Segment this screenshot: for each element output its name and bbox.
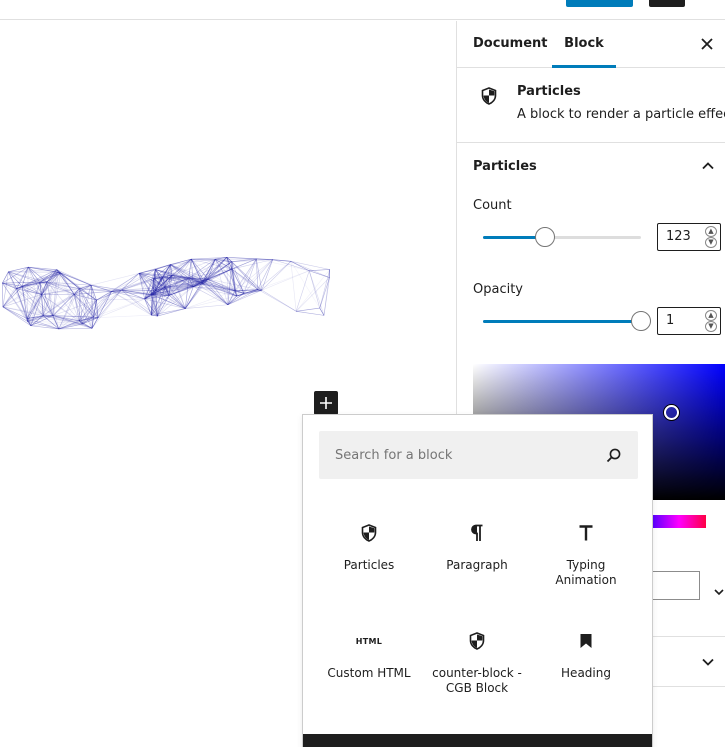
- search-icon[interactable]: [606, 447, 622, 463]
- block-item-label: counter-block - CGB Block: [432, 666, 522, 695]
- opacity-slider[interactable]: [483, 311, 651, 331]
- block-inserter-popover: Particles Paragraph Typing Animation HTM: [302, 414, 653, 747]
- opacity-input[interactable]: 1 ▲ ▼: [657, 307, 721, 335]
- particle-link: [185, 304, 228, 309]
- block-item-label: Paragraph: [446, 558, 508, 572]
- block-item-label: Heading: [561, 666, 611, 680]
- particle-link: [296, 307, 320, 312]
- block-item-counter-block[interactable]: counter-block - CGB Block: [423, 629, 531, 696]
- count-slider-thumb[interactable]: [534, 227, 555, 247]
- opacity-decrement[interactable]: ▼: [705, 321, 717, 332]
- add-block-button[interactable]: [314, 391, 338, 415]
- particle-link: [296, 310, 325, 316]
- block-item-label: Typing Animation: [555, 558, 617, 587]
- opacity-slider-thumb[interactable]: [631, 311, 651, 331]
- shield-icon: [481, 87, 497, 105]
- block-search[interactable]: [319, 431, 638, 479]
- particle-link: [295, 270, 310, 312]
- block-card-description: A block to render a particle effect: [517, 107, 725, 122]
- sidebar-tabs: Document Block: [457, 21, 725, 68]
- block-item-label: Custom HTML: [327, 666, 411, 680]
- plus-icon: [320, 397, 332, 409]
- panel-header[interactable]: Particles: [457, 143, 725, 190]
- block-card-title: Particles: [517, 84, 581, 99]
- block-item-paragraph[interactable]: Paragraph: [423, 521, 531, 573]
- block-search-input[interactable]: [319, 431, 599, 479]
- shield-icon: [361, 524, 377, 542]
- shield-icon: [469, 632, 485, 650]
- opacity-increment[interactable]: ▲: [705, 310, 717, 321]
- tab-block[interactable]: Block: [552, 21, 616, 68]
- count-increment[interactable]: ▲: [705, 226, 717, 237]
- particle-link: [290, 261, 330, 270]
- opacity-slider-fill: [483, 320, 641, 323]
- particles-preview: [2, 256, 331, 330]
- count-value: 123: [666, 229, 691, 244]
- count-label: Count: [473, 198, 512, 213]
- html-icon: HTML: [355, 636, 383, 646]
- particle-link: [257, 289, 297, 312]
- block-item-heading[interactable]: Heading: [532, 629, 640, 681]
- particle-link: [58, 328, 93, 330]
- close-icon[interactable]: [699, 36, 715, 52]
- particle-link: [2, 266, 29, 284]
- top-toolbar: [0, 0, 725, 20]
- opacity-label: Opacity: [473, 282, 524, 297]
- particle-links: [2, 256, 331, 330]
- publish-button[interactable]: [566, 0, 633, 7]
- hex-color-input[interactable]: [651, 571, 700, 600]
- chevron-down-icon[interactable]: [701, 655, 715, 669]
- editor-window: Document Block Particles A block to rend…: [0, 0, 725, 747]
- block-item-label: Particles: [343, 558, 395, 572]
- block-card: Particles A block to render a particle e…: [457, 68, 725, 143]
- count-decrement[interactable]: ▼: [705, 237, 717, 248]
- count-slider[interactable]: [483, 227, 641, 247]
- text-t-icon: [579, 525, 593, 541]
- opacity-value: 1: [666, 313, 675, 328]
- block-item-particles[interactable]: Particles: [315, 521, 423, 573]
- particle-link: [323, 277, 330, 316]
- settings-button[interactable]: [649, 0, 685, 7]
- color-picker-handle[interactable]: [664, 405, 679, 420]
- panel-title: Particles: [473, 159, 537, 174]
- pilcrow-icon: [471, 524, 483, 541]
- particle-link: [261, 270, 310, 291]
- hue-slider[interactable]: [652, 515, 706, 528]
- block-item-custom-html[interactable]: HTML Custom HTML: [315, 629, 423, 681]
- chevron-up-icon[interactable]: [701, 159, 715, 173]
- particle-link: [21, 286, 28, 322]
- count-input[interactable]: 123 ▲ ▼: [657, 223, 721, 251]
- chevron-down-icon[interactable]: [713, 586, 725, 598]
- tab-document[interactable]: Document: [473, 21, 548, 67]
- bookmark-icon: [580, 634, 592, 648]
- particle-link: [98, 314, 152, 318]
- inserter-footer: [303, 734, 652, 747]
- block-item-typing-animation[interactable]: Typing Animation: [532, 521, 640, 588]
